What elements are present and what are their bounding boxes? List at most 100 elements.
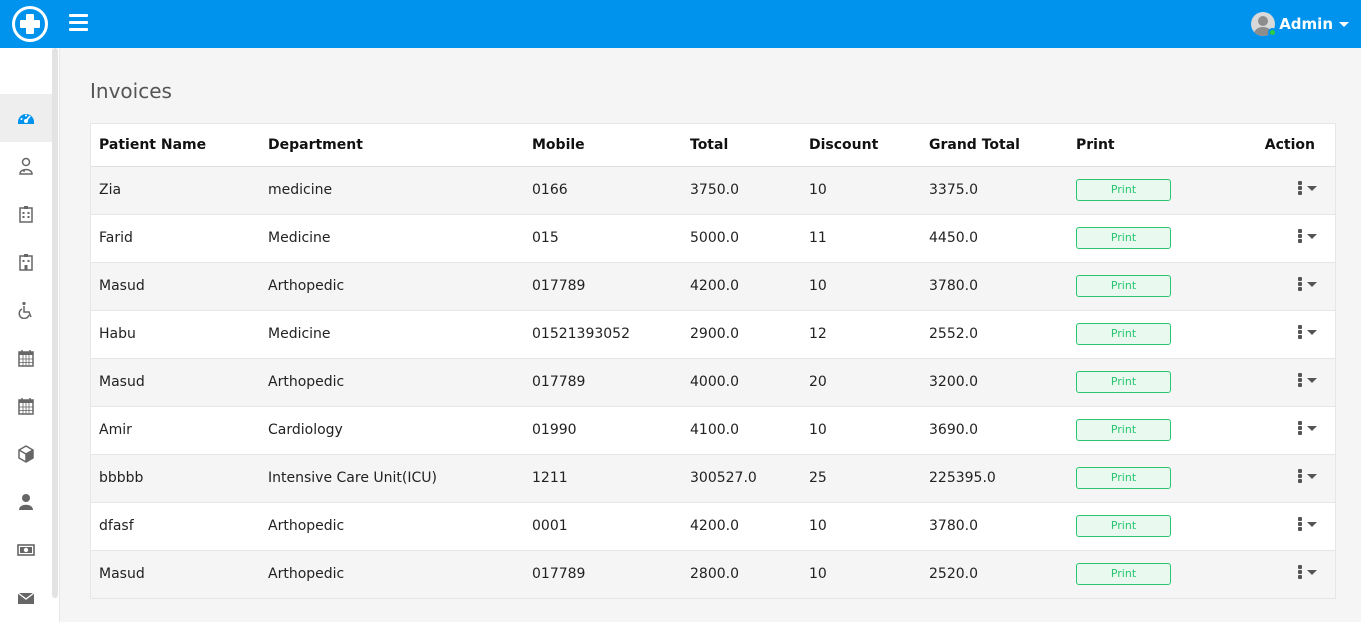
invoices-table: Patient Name Department Mobile Total Dis… xyxy=(91,124,1335,598)
print-button[interactable]: Print xyxy=(1076,371,1171,393)
chevron-down-icon[interactable] xyxy=(1307,425,1317,431)
cell-grand-total: 3690.0 xyxy=(921,405,1068,454)
print-button[interactable]: Print xyxy=(1076,515,1171,537)
chevron-down-icon[interactable] xyxy=(1307,521,1317,527)
sidebar-item-departments[interactable] xyxy=(0,190,52,238)
sidebar-item-patients[interactable] xyxy=(0,286,52,334)
kebab-menu-icon[interactable] xyxy=(1298,276,1302,292)
cell-department: medicine xyxy=(260,165,524,214)
row-actions-dropdown[interactable] xyxy=(1298,324,1317,340)
doctor-icon xyxy=(19,157,33,175)
row-actions-dropdown[interactable] xyxy=(1298,180,1317,196)
calendar-alt-icon xyxy=(18,398,34,415)
cell-department: Cardiology xyxy=(260,405,524,454)
row-actions-dropdown[interactable] xyxy=(1298,372,1317,388)
cell-total: 2800.0 xyxy=(682,549,801,598)
cell-total: 5000.0 xyxy=(682,213,801,262)
user-name[interactable]: Admin xyxy=(1279,15,1333,33)
sidebar-item-wards[interactable] xyxy=(0,238,52,286)
cell-mobile: 01521393052 xyxy=(524,309,682,358)
page-title: Invoices xyxy=(90,79,172,103)
kebab-menu-icon[interactable] xyxy=(1298,468,1302,484)
print-button[interactable]: Print xyxy=(1076,275,1171,297)
avatar[interactable] xyxy=(1251,10,1279,38)
table-row: bbbbb Intensive Care Unit(ICU) 1211 300527.… xyxy=(91,453,1335,502)
chevron-down-icon[interactable] xyxy=(1307,281,1317,287)
top-navbar: Admin xyxy=(0,0,1361,48)
kebab-menu-icon[interactable] xyxy=(1298,180,1302,196)
kebab-menu-icon[interactable] xyxy=(1298,420,1302,436)
cell-mobile: 0166 xyxy=(524,165,682,214)
kebab-menu-icon[interactable] xyxy=(1298,228,1302,244)
row-actions-dropdown[interactable] xyxy=(1298,516,1317,532)
cell-patient-name: bbbbb xyxy=(91,453,260,502)
sidebar-item-schedule[interactable] xyxy=(0,382,52,430)
sidebar-item-messages[interactable] xyxy=(0,574,52,622)
cell-department: Arthopedic xyxy=(260,549,524,598)
kebab-menu-icon[interactable] xyxy=(1298,324,1302,340)
print-button[interactable]: Print xyxy=(1076,179,1171,201)
print-button[interactable]: Print xyxy=(1076,419,1171,441)
sidebar-item-doctors[interactable] xyxy=(0,142,52,190)
calendar-icon xyxy=(18,350,34,367)
cell-action xyxy=(1218,453,1335,502)
user-icon xyxy=(19,494,33,510)
chevron-down-icon[interactable] xyxy=(1339,21,1349,27)
cell-mobile: 017789 xyxy=(524,357,682,406)
row-actions-dropdown[interactable] xyxy=(1298,228,1317,244)
table-row: Masud Arthopedic 017789 4200.0 10 3780.0 Print xyxy=(91,261,1335,310)
table-row: dfasf Arthopedic 0001 4200.0 10 3780.0 Print xyxy=(91,501,1335,550)
cell-action xyxy=(1218,309,1335,358)
chevron-down-icon[interactable] xyxy=(1307,329,1317,335)
medical-cross-icon[interactable] xyxy=(12,6,48,42)
money-icon xyxy=(17,544,35,556)
hospital-icon xyxy=(19,206,33,223)
cell-print: Print xyxy=(1068,165,1218,214)
cell-total: 4100.0 xyxy=(682,405,801,454)
row-actions-dropdown[interactable] xyxy=(1298,564,1317,580)
cell-discount: 10 xyxy=(801,261,921,310)
cell-action xyxy=(1218,165,1335,214)
cell-department: Arthopedic xyxy=(260,357,524,406)
print-button[interactable]: Print xyxy=(1076,467,1171,489)
cell-total: 300527.0 xyxy=(682,453,801,502)
cell-action xyxy=(1218,549,1335,598)
chevron-down-icon[interactable] xyxy=(1307,569,1317,575)
sidebar-item-inventory[interactable] xyxy=(0,430,52,478)
print-button[interactable]: Print xyxy=(1076,227,1171,249)
chevron-down-icon[interactable] xyxy=(1307,473,1317,479)
row-actions-dropdown[interactable] xyxy=(1298,468,1317,484)
kebab-menu-icon[interactable] xyxy=(1298,372,1302,388)
cell-grand-total: 4450.0 xyxy=(921,213,1068,262)
cell-department: Medicine xyxy=(260,309,524,358)
user-menu[interactable]: Admin xyxy=(1251,10,1349,38)
hamburger-menu-icon[interactable] xyxy=(69,14,88,31)
sidebar-item-dashboard[interactable] xyxy=(0,94,52,142)
sidebar-item-appointments[interactable] xyxy=(0,334,52,382)
cell-print: Print xyxy=(1068,453,1218,502)
sidebar-item-payments[interactable] xyxy=(0,526,52,574)
cell-mobile: 015 xyxy=(524,213,682,262)
chevron-down-icon[interactable] xyxy=(1307,377,1317,383)
kebab-menu-icon[interactable] xyxy=(1298,564,1302,580)
kebab-menu-icon[interactable] xyxy=(1298,516,1302,532)
cell-action xyxy=(1218,357,1335,406)
cell-patient-name: Farid xyxy=(91,213,260,262)
sidebar-item-users[interactable] xyxy=(0,478,52,526)
column-header-print: Print xyxy=(1068,124,1218,167)
chevron-down-icon[interactable] xyxy=(1307,233,1317,239)
row-actions-dropdown[interactable] xyxy=(1298,276,1317,292)
cell-grand-total: 3780.0 xyxy=(921,501,1068,550)
cell-patient-name: Zia xyxy=(91,165,260,214)
cell-total: 2900.0 xyxy=(682,309,801,358)
chevron-down-icon[interactable] xyxy=(1307,185,1317,191)
online-status-icon xyxy=(1268,28,1278,37)
row-actions-dropdown[interactable] xyxy=(1298,420,1317,436)
print-button[interactable]: Print xyxy=(1076,323,1171,345)
table-row: Farid Medicine 015 5000.0 11 4450.0 Print xyxy=(91,213,1335,262)
print-button[interactable]: Print xyxy=(1076,563,1171,586)
wheelchair-icon xyxy=(18,301,32,319)
table-row: Habu Medicine 01521393052 2900.0 12 2552.0 Pri… xyxy=(91,309,1335,358)
table-row: Amir Cardiology 01990 4100.0 10 3690.0 Print xyxy=(91,405,1335,454)
sidebar-scrollbar[interactable] xyxy=(52,48,58,598)
